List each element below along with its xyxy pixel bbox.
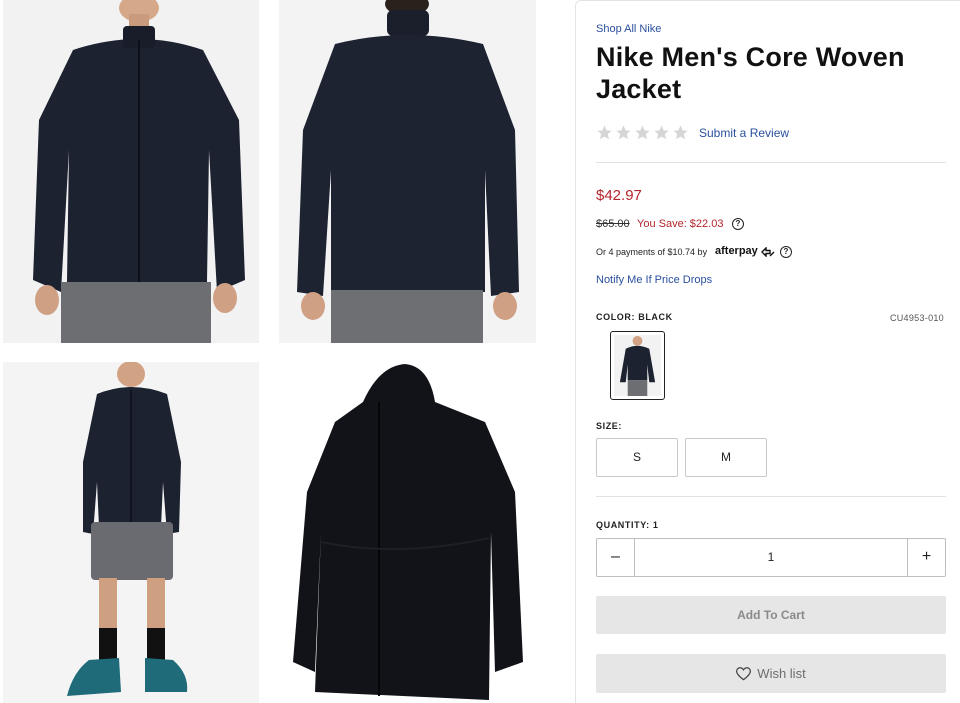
color-value: BLACK <box>638 312 673 322</box>
quantity-increase-button[interactable]: + <box>907 539 945 576</box>
notify-price-drop-link[interactable]: Notify Me If Price Drops <box>596 274 712 286</box>
color-label-text: COLOR: <box>596 312 636 322</box>
submit-review-link[interactable]: Submit a Review <box>699 126 789 140</box>
savings-text: You Save: $22.03 <box>637 218 724 230</box>
original-price: $65.00 <box>596 218 630 230</box>
shop-all-brand-link[interactable]: Shop All Nike <box>596 23 661 35</box>
afterpay-logo: afterpay <box>715 245 758 257</box>
divider <box>596 162 946 163</box>
quantity-stepper: – 1 + <box>596 538 946 577</box>
product-image-front[interactable] <box>3 0 259 343</box>
product-image-back[interactable] <box>279 0 536 343</box>
star-icon <box>635 125 650 140</box>
divider <box>596 496 946 497</box>
color-label: COLOR: BLACK <box>596 312 673 322</box>
add-to-cart-button[interactable]: Add To Cart <box>596 596 946 634</box>
product-details-panel: Shop All Nike Nike Men's Core Woven Jack… <box>575 0 960 703</box>
afterpay-arrows-icon <box>761 247 775 257</box>
installment-text: Or 4 payments of $10.74 by <box>596 247 708 257</box>
help-icon[interactable]: ? <box>780 246 792 258</box>
size-s-button[interactable]: S <box>596 438 678 477</box>
size-m-button[interactable]: M <box>685 438 767 477</box>
star-icon <box>616 125 631 140</box>
heart-icon <box>736 666 752 680</box>
color-swatch-black[interactable] <box>610 331 665 400</box>
product-image-flat[interactable] <box>279 362 536 703</box>
help-icon[interactable]: ? <box>732 218 744 230</box>
star-icon <box>654 125 669 140</box>
quantity-label-text: QUANTITY: <box>596 520 650 530</box>
quantity-input[interactable]: 1 <box>635 539 907 576</box>
rating-stars <box>596 124 689 141</box>
wish-list-label: Wish list <box>757 666 806 681</box>
product-gallery <box>0 0 560 703</box>
quantity-label-value: 1 <box>652 520 659 530</box>
product-sku: CU4953-010 <box>889 313 944 323</box>
size-label: SIZE: <box>596 421 623 431</box>
wish-list-button[interactable]: Wish list <box>596 654 946 693</box>
quantity-decrease-button[interactable]: – <box>597 539 635 576</box>
star-icon <box>673 125 688 140</box>
star-icon <box>597 125 612 140</box>
product-title: Nike Men's Core Woven Jacket <box>596 42 905 104</box>
quantity-label: QUANTITY: 1 <box>596 520 658 530</box>
product-image-full-body[interactable] <box>3 362 259 703</box>
sale-price: $42.97 <box>596 187 642 204</box>
